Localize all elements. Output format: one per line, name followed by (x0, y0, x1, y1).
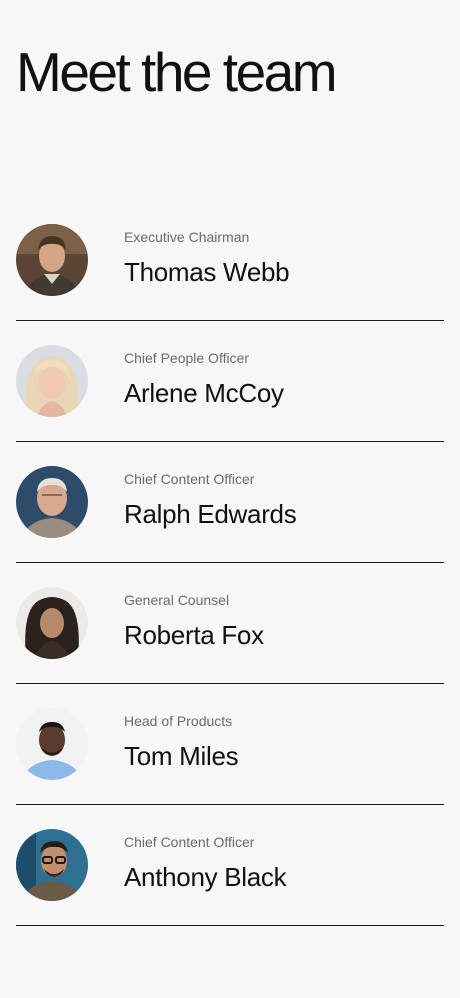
team-member-card: General Counsel Roberta Fox (16, 563, 444, 684)
avatar (16, 829, 88, 901)
member-role: Chief People Officer (124, 350, 250, 366)
page-title: Meet the team (16, 41, 338, 103)
team-member-card: Chief Content Officer Anthony Black (16, 805, 444, 926)
member-name: Thomas Webb (124, 257, 290, 287)
avatar (16, 466, 88, 538)
team-member-card: Chief Content Officer Ralph Edwards (16, 442, 444, 563)
member-name: Tom Miles (124, 741, 239, 771)
member-role: General Counsel (124, 592, 230, 608)
member-role: Executive Chairman (124, 229, 250, 245)
team-member-card: Executive Chairman Thomas Webb (16, 200, 444, 321)
member-role: Chief Content Officer (124, 834, 255, 850)
avatar (16, 587, 88, 659)
member-role: Head of Products (124, 713, 233, 729)
avatar (16, 345, 88, 417)
member-name: Arlene McCoy (124, 378, 284, 408)
member-name: Roberta Fox (124, 620, 264, 650)
avatar (16, 708, 88, 780)
member-name: Anthony Black (124, 862, 287, 892)
member-role: Chief Content Officer (124, 471, 255, 487)
team-member-card: Chief People Officer Arlene McCoy (16, 321, 444, 442)
team-member-card: Head of Products Tom Miles (16, 684, 444, 805)
avatar (16, 224, 88, 296)
team-list: Executive Chairman Thomas Webb Chief Peo… (16, 200, 444, 926)
member-name: Ralph Edwards (124, 499, 297, 529)
